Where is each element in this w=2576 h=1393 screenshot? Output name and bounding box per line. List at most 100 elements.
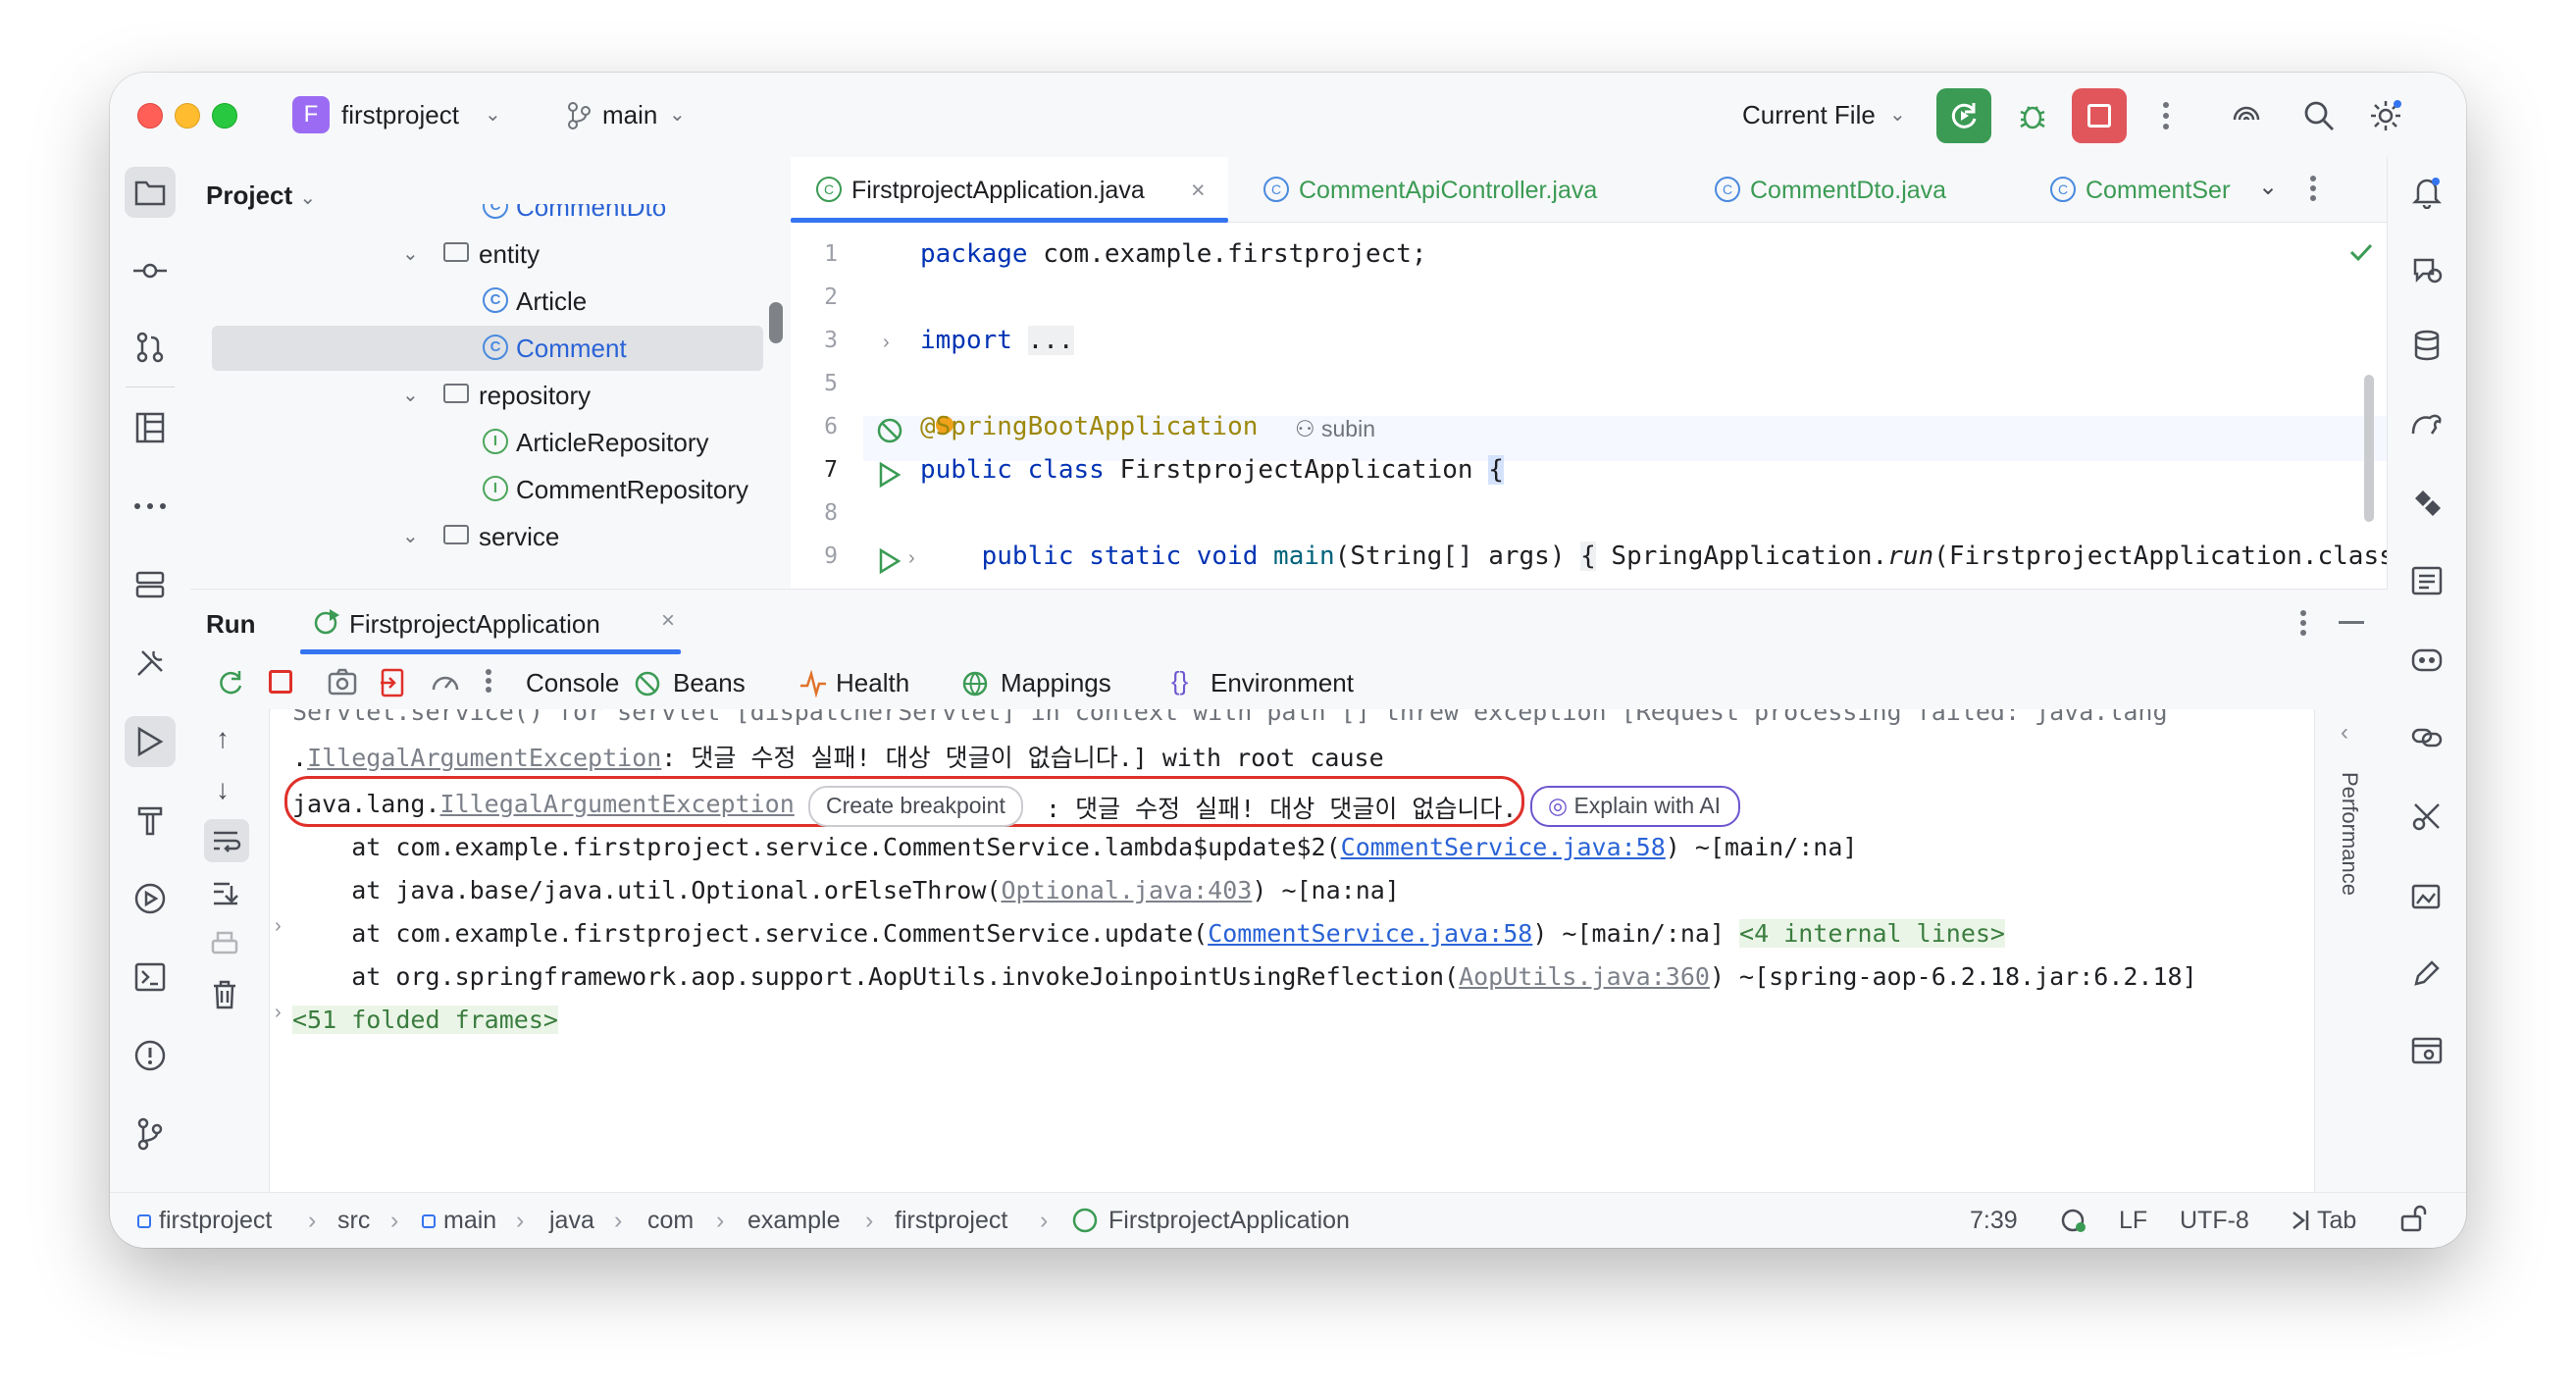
breadcrumb-class[interactable]: FirstprojectApplication (1108, 1207, 1350, 1235)
console-output[interactable]: Servlet.service() for servlet [dispatche… (271, 709, 2315, 1193)
source-link[interactable]: AopUtils.java:360 (1459, 962, 1710, 991)
debug-button[interactable] (2011, 94, 2054, 137)
expand-chevron-icon[interactable]: › (275, 1002, 282, 1024)
services-icon[interactable] (125, 559, 176, 610)
document-icon[interactable] (2401, 555, 2452, 606)
code-author-hint[interactable]: ⚇ subin (1295, 416, 1375, 442)
code-line-6[interactable]: @SpringBootApplication (920, 412, 1258, 441)
chevron-left-icon[interactable]: ‹ (2341, 719, 2348, 747)
project-scrollbar[interactable] (769, 302, 783, 343)
more-icon[interactable] (485, 668, 492, 694)
code-line-1[interactable]: package com.example.firstproject; (920, 239, 1427, 269)
endpoints-hammer-icon[interactable] (125, 795, 176, 846)
fold-chevron-icon[interactable]: › (908, 547, 915, 570)
indent-setting[interactable]: Tab (2317, 1207, 2356, 1235)
scroll-to-end-icon[interactable] (210, 880, 241, 907)
terminal-icon[interactable] (125, 952, 176, 1003)
commit-icon[interactable] (125, 245, 176, 296)
close-tab-icon[interactable]: × (1191, 177, 1206, 205)
tab-commentservice[interactable]: C CommentServ (2035, 157, 2231, 222)
breadcrumb-com[interactable]: com (647, 1207, 694, 1235)
build-tools-icon[interactable] (125, 638, 176, 689)
tree-item-article[interactable]: C Article (190, 279, 791, 324)
breadcrumb-project[interactable]: firstproject (159, 1207, 272, 1235)
notifications-bell-icon[interactable] (2401, 167, 2452, 218)
tab-mappings[interactable]: Mappings (1001, 668, 1111, 698)
tab-run-config[interactable]: FirstprojectApplication × (300, 590, 681, 654)
tab-health[interactable]: Health (836, 668, 909, 698)
close-tab-icon[interactable]: × (661, 607, 675, 635)
tab-console[interactable]: Console (526, 668, 619, 698)
breadcrumb-example[interactable]: example (747, 1207, 841, 1235)
tab-commentdto[interactable]: C CommentDto.java (1699, 157, 1993, 222)
ai-chat-icon[interactable] (2401, 245, 2452, 296)
expand-chevron-icon[interactable]: › (275, 915, 282, 938)
search-icon[interactable] (2297, 94, 2341, 137)
fold-chevron-icon[interactable]: › (883, 332, 890, 354)
tab-firstprojectapplication[interactable]: C FirstprojectApplication.java × (791, 157, 1228, 223)
problems-icon[interactable] (125, 1030, 176, 1081)
zoom-window-button[interactable] (212, 103, 237, 129)
code-line-9[interactable]: public static void main(String[] args) {… (920, 542, 2388, 571)
rerun-icon[interactable] (216, 668, 245, 697)
settings-gear-icon[interactable] (2364, 94, 2407, 137)
spring-bean-gutter-icon[interactable] (875, 416, 904, 445)
close-window-button[interactable] (137, 103, 163, 129)
print-icon[interactable] (210, 931, 239, 958)
source-link[interactable]: CommentService.java:58 (1208, 919, 1532, 948)
line-separator[interactable]: LF (2119, 1207, 2147, 1235)
exception-class-link[interactable]: IllegalArgumentException (440, 790, 795, 818)
tools-scissors-icon[interactable] (2401, 791, 2452, 842)
explain-with-ai-button[interactable]: ◎ Explain with AI (1530, 786, 1741, 827)
run-gutter-icon[interactable] (877, 461, 902, 489)
run-more-icon[interactable] (2299, 609, 2307, 637)
tab-environment[interactable]: Environment (1211, 668, 1354, 698)
exit-icon[interactable] (379, 668, 406, 697)
breadcrumb-firstproject[interactable]: firstproject (895, 1207, 1007, 1235)
gradle-icon[interactable] (2401, 398, 2452, 449)
create-breakpoint-button[interactable]: Create breakpoint (808, 786, 1023, 827)
gauge-icon[interactable] (430, 668, 461, 696)
preview-icon[interactable] (2401, 1026, 2452, 1077)
database-icon[interactable] (2401, 320, 2452, 371)
read-only-lock-icon[interactable] (2399, 1205, 2427, 1234)
source-link[interactable]: CommentService.java:58 (1341, 833, 1666, 861)
stop-button[interactable] (2072, 88, 2127, 143)
no-problems-check-icon[interactable] (2348, 241, 2374, 263)
trash-icon[interactable] (212, 980, 237, 1009)
code-line-3[interactable]: import ... (920, 326, 1074, 355)
services-play-icon[interactable] (125, 873, 176, 924)
performance-tab[interactable]: Performance (2337, 772, 2362, 896)
breadcrumb-main[interactable]: main (443, 1207, 496, 1235)
folded-frames-line[interactable]: <51 folded frames> (292, 1006, 558, 1034)
breadcrumb-src[interactable]: src (337, 1207, 370, 1235)
plugins-icon[interactable] (2401, 477, 2452, 528)
editor-more-icon[interactable] (2309, 175, 2317, 202)
tree-item-articlerepository[interactable]: I ArticleRepository (190, 420, 791, 465)
stop-icon[interactable] (269, 670, 292, 694)
file-encoding[interactable]: UTF-8 (2180, 1207, 2249, 1235)
camera-icon[interactable] (328, 668, 357, 696)
internal-lines-fold[interactable]: <4 internal lines> (1739, 919, 2005, 948)
folded-frames[interactable]: <51 folded frames> (292, 1006, 558, 1034)
project-badge[interactable]: F (292, 96, 330, 133)
minimize-panel-icon[interactable] (2339, 621, 2364, 624)
project-switcher[interactable]: firstproject (341, 100, 459, 130)
code-line-7[interactable]: public class FirstprojectApplication { (920, 455, 1504, 485)
editor-scrollbar[interactable] (2364, 375, 2374, 522)
copilot-icon[interactable] (2401, 634, 2452, 685)
spring-status-icon[interactable] (2060, 1207, 2087, 1234)
run-gutter-icon[interactable] (877, 547, 902, 575)
tree-item-repository[interactable]: ⌄ repository (190, 373, 791, 418)
git-icon[interactable] (125, 1109, 176, 1160)
project-folder-icon[interactable] (125, 167, 176, 218)
branch-switcher[interactable]: main (602, 100, 657, 130)
more-tools-icon[interactable] (125, 481, 176, 532)
rerun-button[interactable] (1936, 88, 1991, 143)
folded-imports[interactable]: ... (1027, 326, 1074, 355)
more-actions-icon[interactable] (2144, 94, 2188, 137)
arrow-down-icon[interactable]: ↓ (216, 774, 230, 805)
minimize-window-button[interactable] (175, 103, 200, 129)
arrow-up-icon[interactable]: ↑ (216, 723, 230, 754)
tree-item-comment[interactable]: C Comment (212, 326, 763, 371)
